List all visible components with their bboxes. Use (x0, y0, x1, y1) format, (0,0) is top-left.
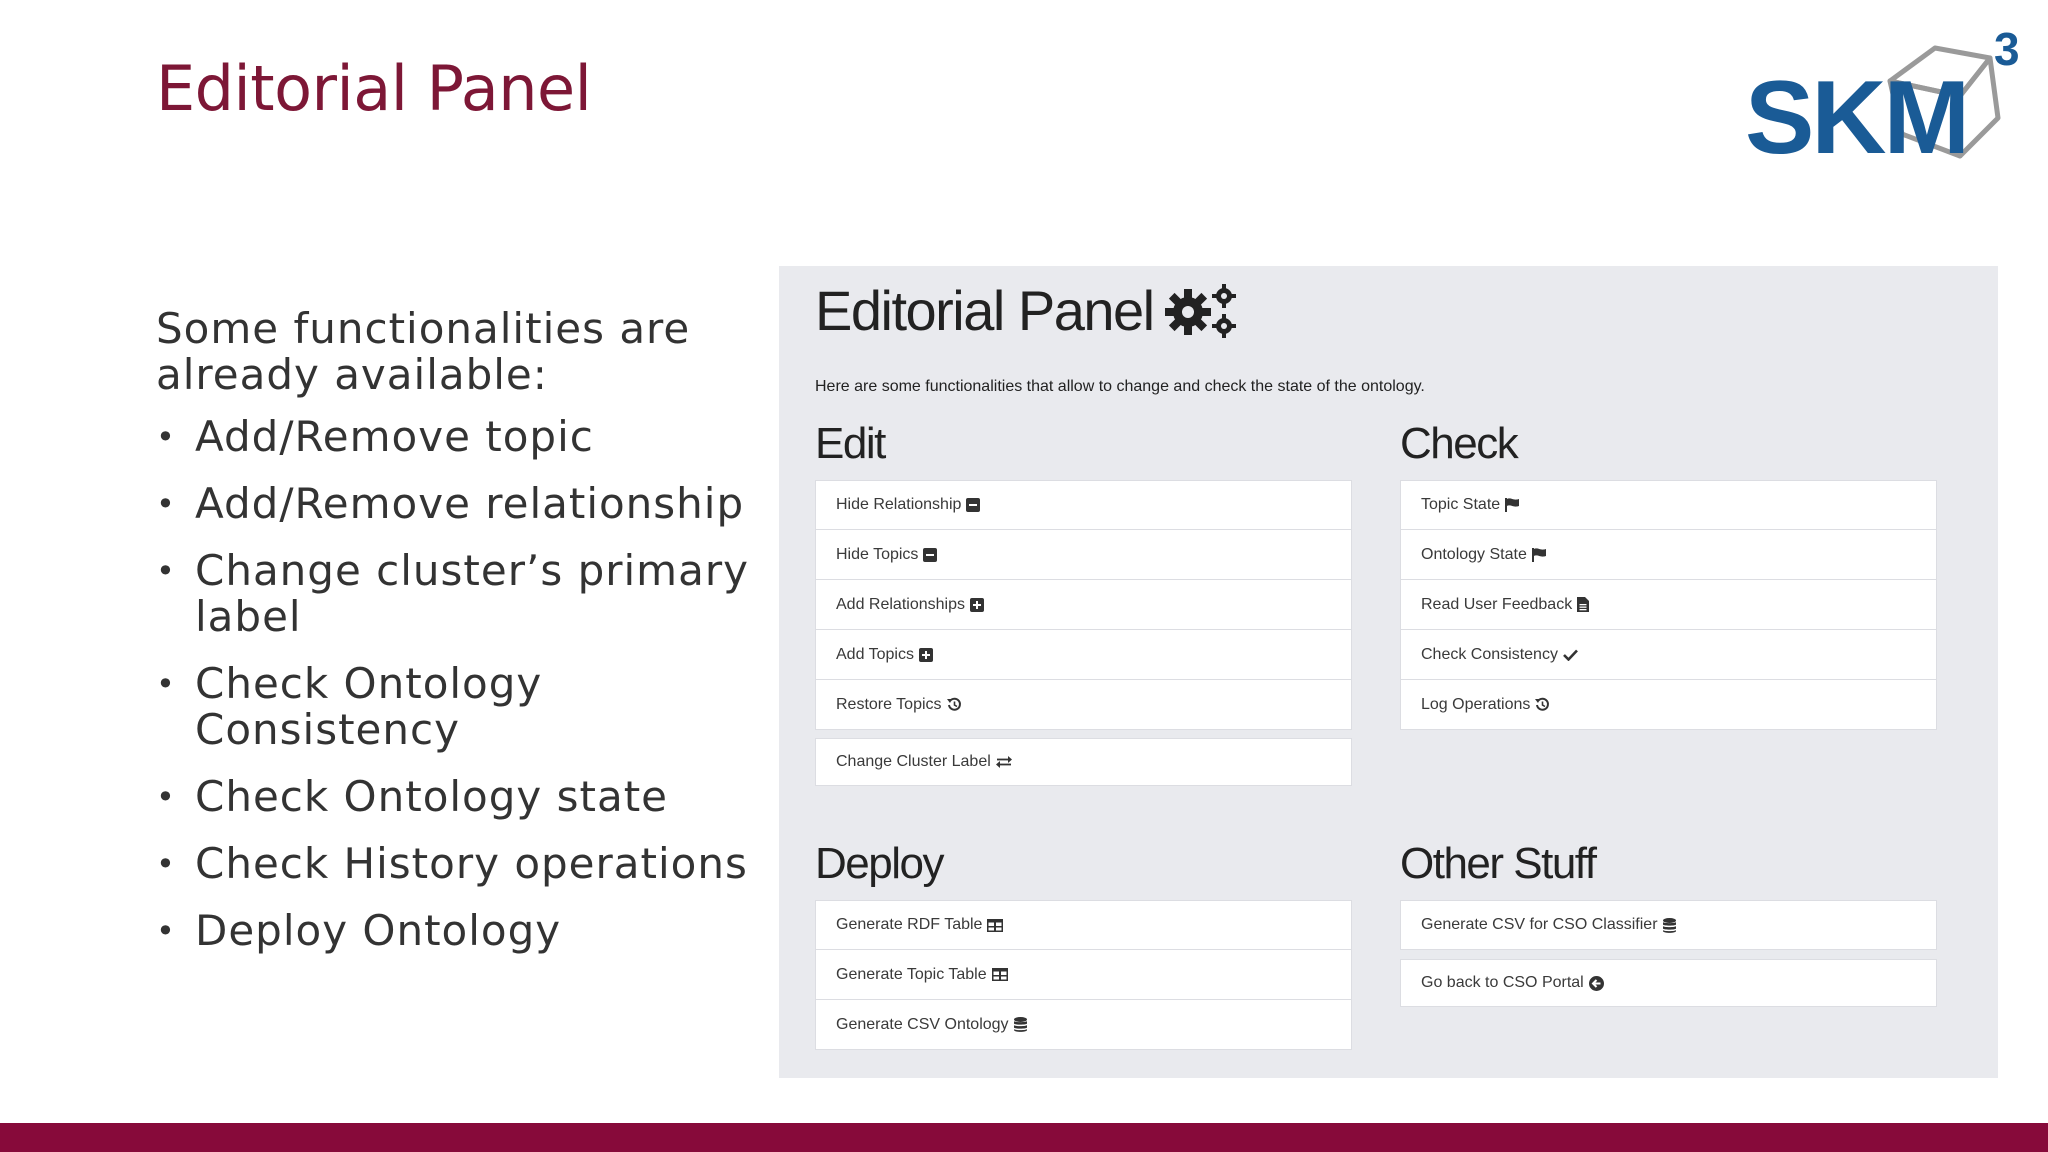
logo-superscript: 3 (1994, 23, 2020, 75)
arrow-circle-left-icon (1588, 975, 1604, 991)
add-topics-button[interactable]: Add Topics (815, 630, 1352, 680)
deploy-heading: Deploy (815, 839, 944, 888)
edit-list: Hide Relationship Hide Topics Add Relati… (815, 480, 1352, 730)
exchange-icon (995, 756, 1012, 768)
check-consistency-button[interactable]: Check Consistency (1400, 630, 1937, 680)
intro-text: Some functionalities are already availab… (156, 304, 691, 399)
add-relationships-button[interactable]: Add Relationships (815, 580, 1352, 630)
history-icon (1535, 697, 1550, 712)
minus-square-icon (923, 547, 938, 562)
file-icon (1577, 597, 1590, 612)
bullet-icon: • (156, 912, 176, 950)
change-cluster-label-button[interactable]: Change Cluster Label (815, 738, 1352, 786)
list-item: • Change cluster’s primary label (156, 546, 749, 641)
history-icon (946, 697, 962, 712)
panel-subtitle: Here are some functionalities that allow… (815, 378, 1425, 395)
logo-text: SKM (1745, 60, 1970, 176)
list-item: • Check Ontology state (156, 772, 669, 821)
bullet-icon: • (156, 418, 176, 456)
generate-rdf-table-button[interactable]: Generate RDF Table (815, 900, 1352, 950)
check-list: Topic State Ontology State Read User Fee… (1400, 480, 1937, 730)
plus-square-icon (969, 597, 984, 612)
edit-heading: Edit (815, 419, 886, 468)
edit-extra-list: Change Cluster Label (815, 738, 1352, 786)
other-stuff-list: Generate CSV for CSO Classifier (1400, 900, 1937, 950)
skm3-logo: SKM 3 (1740, 23, 2030, 170)
editorial-panel-screenshot: Editorial Panel Here are some functional… (779, 266, 1998, 1078)
feature-list: • Add/Remove topic • Add/Remove relationsh… (156, 414, 756, 975)
footer-bar (0, 1123, 2048, 1152)
list-item: • Deploy Ontology (156, 906, 562, 955)
bullet-icon: • (156, 552, 176, 590)
topic-state-button[interactable]: Topic State (1400, 480, 1937, 530)
flag-icon (1531, 547, 1546, 562)
generate-csv-ontology-button[interactable]: Generate CSV Ontology (815, 1000, 1352, 1050)
hide-topics-button[interactable]: Hide Topics (815, 530, 1352, 580)
generate-csv-classifier-button[interactable]: Generate CSV for CSO Classifier (1400, 900, 1937, 950)
bullet-icon: • (156, 665, 176, 703)
hide-relationship-button[interactable]: Hide Relationship (815, 480, 1352, 530)
ontology-state-button[interactable]: Ontology State (1400, 530, 1937, 580)
check-heading: Check (1400, 419, 1519, 468)
other-stuff-heading: Other Stuff (1400, 839, 1597, 888)
database-icon (1662, 917, 1676, 933)
database-icon (1013, 1017, 1027, 1032)
slide-title: Editorial Panel (156, 52, 592, 125)
read-user-feedback-button[interactable]: Read User Feedback (1400, 580, 1937, 630)
bullet-icon: • (156, 485, 176, 523)
restore-topics-button[interactable]: Restore Topics (815, 680, 1352, 730)
gears-icon (1164, 282, 1238, 340)
log-operations-button[interactable]: Log Operations (1400, 680, 1937, 730)
plus-square-icon (918, 647, 933, 662)
table-icon (991, 968, 1008, 981)
bullet-icon: • (156, 845, 176, 883)
flag-icon (1505, 498, 1520, 512)
deploy-list: Generate RDF Table Generate Topic Table … (815, 900, 1352, 1050)
list-item: • Add/Remove topic (156, 412, 594, 461)
check-icon (1563, 649, 1578, 661)
list-item: • Check Ontology Consistency (156, 659, 543, 754)
table-icon (987, 918, 1004, 932)
generate-topic-table-button[interactable]: Generate Topic Table (815, 950, 1352, 1000)
other-stuff-extra-list: Go back to CSO Portal (1400, 959, 1937, 1007)
bullet-icon: • (156, 778, 176, 816)
minus-square-icon (966, 498, 981, 512)
list-item: • Check History operations (156, 839, 748, 888)
panel-title: Editorial Panel (815, 278, 1238, 343)
list-item: • Add/Remove relationship (156, 479, 745, 528)
go-back-cso-portal-button[interactable]: Go back to CSO Portal (1400, 959, 1937, 1007)
